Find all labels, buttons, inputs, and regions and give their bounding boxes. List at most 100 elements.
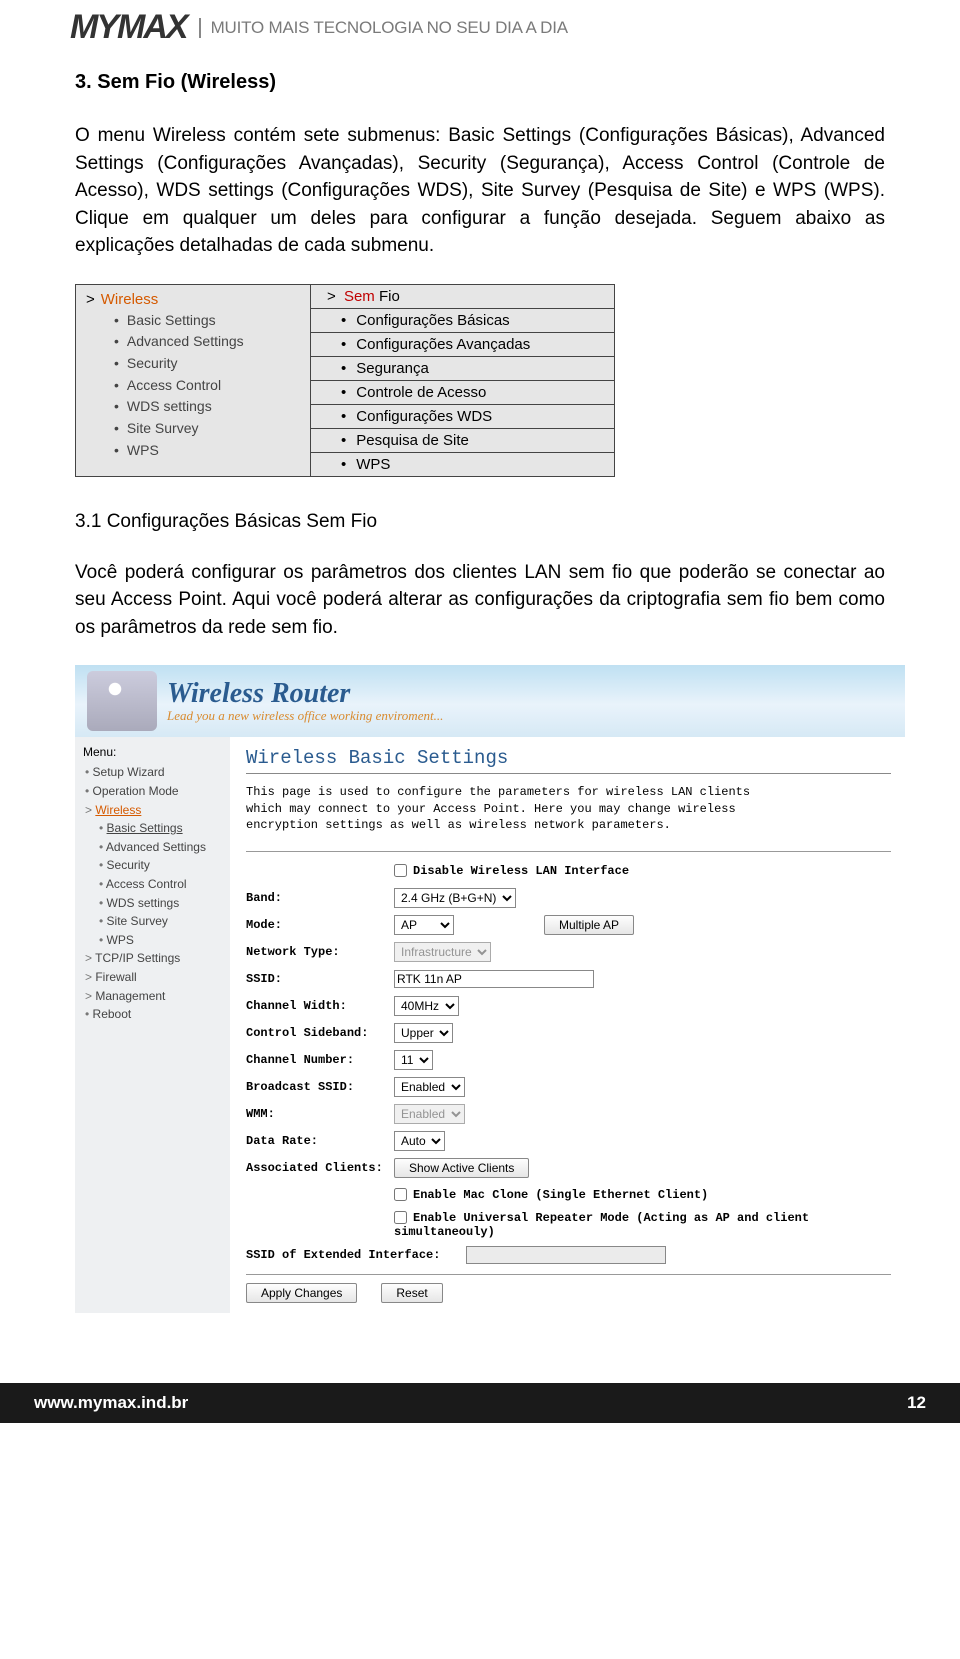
disable-wlan-label: Disable Wireless LAN Interface (413, 864, 629, 878)
show-active-clients-button[interactable]: Show Active Clients (394, 1158, 529, 1178)
gt-symbol: > (327, 288, 340, 305)
page-header: MYMAX MUITO MAIS TECNOLOGIA NO SEU DIA A… (0, 0, 960, 51)
band-label: Band: (246, 891, 394, 905)
menu-link-wireless[interactable]: Wireless (95, 803, 141, 817)
section-intro: O menu Wireless contém sete submenus: Ba… (75, 122, 885, 260)
subsection-title: 3.1 Configurações Básicas Sem Fio (75, 511, 885, 533)
row-ssid-extended: SSID of Extended Interface: (246, 1244, 891, 1266)
mac-clone-label: Enable Mac Clone (Single Ethernet Client… (413, 1188, 708, 1202)
universal-repeater-checkbox[interactable] (394, 1211, 407, 1224)
menu-item-firewall[interactable]: Firewall (83, 968, 224, 987)
ssid-input[interactable] (394, 970, 594, 988)
wmm-label: WMM: (246, 1107, 394, 1121)
page-footer: www.mymax.ind.br 12 (0, 1383, 960, 1423)
ssid-extended-input (466, 1246, 666, 1264)
ui-body: Menu: Setup Wizard Operation Mode Wirele… (75, 737, 905, 1313)
divider (246, 1274, 891, 1275)
band-select[interactable]: 2.4 GHz (B+G+N) (394, 888, 516, 908)
menu-link-basic-settings[interactable]: Basic Settings (107, 821, 183, 835)
disable-wlan-checkbox[interactable] (394, 864, 407, 877)
menu-right-header-fio: Fio (375, 288, 400, 305)
banner-subtitle: Lead you a new wireless office working e… (167, 708, 443, 724)
menu-item-setup-wizard[interactable]: Setup Wizard (83, 763, 224, 782)
row-mac-clone: Enable Mac Clone (Single Ethernet Client… (246, 1184, 891, 1206)
menu-compare: > Wireless Basic Settings Advanced Settin… (75, 284, 615, 477)
associated-clients-label: Associated Clients: (246, 1161, 394, 1175)
row-control-sideband: Control Sideband: Upper (246, 1022, 891, 1044)
menu-compare-right: > Sem Fio Configurações Básicas Configur… (311, 285, 614, 476)
settings-pane: Wireless Basic Settings This page is use… (230, 737, 905, 1313)
left-menu-title: Menu: (83, 745, 224, 759)
menu-right-item: Pesquisa de Site (311, 429, 614, 453)
menu-item-site-survey[interactable]: Site Survey (97, 912, 224, 931)
ssid-label: SSID: (246, 972, 394, 986)
menu-right-header: > Sem Fio (311, 285, 614, 309)
row-channel-width: Channel Width: 40MHz (246, 995, 891, 1017)
subsection-intro: Você poderá configurar os parâmetros dos… (75, 559, 885, 642)
menu-item-reboot[interactable]: Reboot (83, 1005, 224, 1024)
menu-item-wireless[interactable]: Wireless (83, 801, 224, 820)
menu-item-management[interactable]: Management (83, 987, 224, 1006)
footer-page-number: 12 (907, 1393, 926, 1413)
mode-select[interactable]: AP (394, 915, 454, 935)
menu-item-access-control[interactable]: Access Control (97, 875, 224, 894)
footer-url: www.mymax.ind.br (34, 1393, 188, 1413)
data-rate-label: Data Rate: (246, 1134, 394, 1148)
reset-button[interactable]: Reset (381, 1283, 442, 1303)
network-type-label: Network Type: (246, 945, 394, 959)
channel-width-select[interactable]: 40MHz (394, 996, 459, 1016)
row-associated-clients: Associated Clients: Show Active Clients (246, 1157, 891, 1179)
tagline: MUITO MAIS TECNOLOGIA NO SEU DIA A DIA (199, 18, 568, 38)
settings-page-title: Wireless Basic Settings (246, 747, 891, 774)
channel-width-label: Channel Width: (246, 999, 394, 1013)
multiple-ap-button[interactable]: Multiple AP (544, 915, 634, 935)
logo-text: MYMAX (70, 8, 187, 47)
sideband-select[interactable]: Upper (394, 1023, 453, 1043)
menu-item-wds-settings[interactable]: WDS settings (97, 894, 224, 913)
menu-right-item: WPS (311, 453, 614, 476)
channel-number-label: Channel Number: (246, 1053, 394, 1067)
row-disable-wlan: Disable Wireless LAN Interface (246, 860, 891, 882)
network-type-select: Infrastructure (394, 942, 491, 962)
row-ssid: SSID: (246, 968, 891, 990)
row-mode: Mode: AP Multiple AP (246, 914, 891, 936)
menu-item-advanced-settings[interactable]: Advanced Settings (97, 838, 224, 857)
menu-item-wps[interactable]: WPS (97, 931, 224, 950)
row-channel-number: Channel Number: 11 (246, 1049, 891, 1071)
section-title: 3. Sem Fio (Wireless) (75, 71, 885, 94)
row-network-type: Network Type: Infrastructure (246, 941, 891, 963)
banner: Wireless Router Lead you a new wireless … (75, 665, 905, 737)
channel-number-select[interactable]: 11 (394, 1050, 433, 1070)
menu-left-item: WPS (114, 440, 300, 462)
menu-item-basic-settings[interactable]: Basic Settings (97, 819, 224, 838)
wmm-select: Enabled (394, 1104, 465, 1124)
menu-left-item: Advanced Settings (114, 331, 300, 353)
apply-changes-button[interactable]: Apply Changes (246, 1283, 357, 1303)
menu-left-top-label: Wireless (101, 291, 159, 308)
logo: MYMAX (70, 8, 187, 47)
settings-intro: This page is used to configure the param… (246, 784, 766, 833)
row-wmm: WMM: Enabled (246, 1103, 891, 1125)
menu-left-item: WDS settings (114, 396, 300, 418)
sideband-label: Control Sideband: (246, 1026, 394, 1040)
divider (246, 851, 891, 852)
menu-right-item: Controle de Acesso (311, 381, 614, 405)
menu-right-header-sem: Sem (344, 288, 375, 305)
menu-item-operation-mode[interactable]: Operation Mode (83, 782, 224, 801)
button-row: Apply Changes Reset (246, 1283, 891, 1303)
banner-illustration (87, 671, 157, 731)
broadcast-ssid-label: Broadcast SSID: (246, 1080, 394, 1094)
menu-compare-left: >Wireless Basic Settings Advanced Settin… (76, 285, 311, 476)
menu-right-item: Configurações Avançadas (311, 333, 614, 357)
menu-right-item: Configurações Básicas (311, 309, 614, 333)
banner-title-wrap: Wireless Router Lead you a new wireless … (167, 678, 443, 724)
menu-item-tcpip[interactable]: TCP/IP Settings (83, 949, 224, 968)
broadcast-ssid-select[interactable]: Enabled (394, 1077, 465, 1097)
universal-repeater-label: Enable Universal Repeater Mode (Acting a… (394, 1211, 809, 1239)
data-rate-select[interactable]: Auto (394, 1131, 445, 1151)
left-menu: Menu: Setup Wizard Operation Mode Wirele… (75, 737, 230, 1313)
mac-clone-checkbox[interactable] (394, 1188, 407, 1201)
menu-left-list: Basic Settings Advanced Settings Securit… (86, 310, 300, 462)
menu-item-security[interactable]: Security (97, 856, 224, 875)
mode-label: Mode: (246, 918, 394, 932)
